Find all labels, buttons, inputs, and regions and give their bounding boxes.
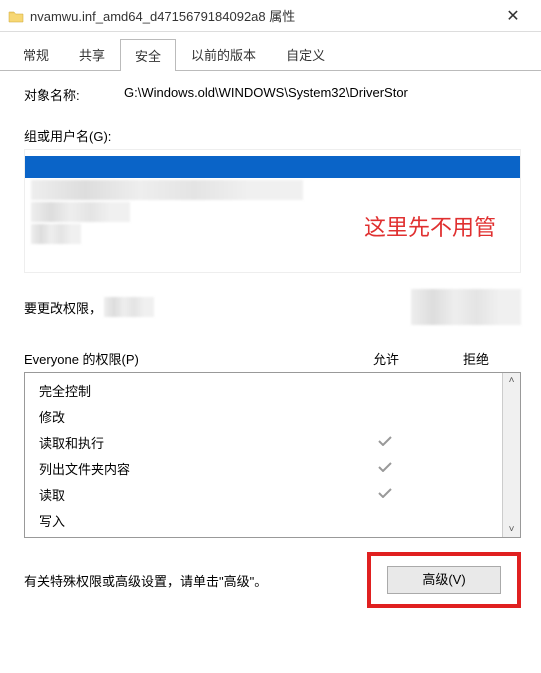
tab-general[interactable]: 常规: [8, 38, 64, 70]
edit-button-redacted[interactable]: [411, 289, 521, 325]
permissions-header: Everyone 的权限(P) 允许 拒绝: [24, 349, 521, 368]
tabstrip: 常规 共享 安全 以前的版本 自定义: [0, 32, 541, 70]
close-button[interactable]: ✕: [493, 6, 533, 26]
perm-row-read-execute: 读取和执行: [39, 429, 520, 455]
scrollbar[interactable]: ˄ ˅: [502, 373, 520, 537]
advanced-button[interactable]: 高级(V): [387, 566, 501, 594]
perm-name: 列出文件夹内容: [39, 459, 340, 478]
tab-content: 对象名称: G:\Windows.old\WINDOWS\System32\Dr…: [0, 71, 541, 626]
advanced-highlight: 高级(V): [367, 552, 521, 608]
change-permissions-row: 要更改权限，: [24, 289, 521, 325]
annotation-text: 这里先不用管: [364, 210, 496, 242]
perm-allow: [340, 459, 430, 477]
perm-name: 读取和执行: [39, 433, 340, 452]
list-item[interactable]: [31, 224, 81, 244]
advanced-row: 有关特殊权限或高级设置，请单击"高级"。 高级(V): [24, 552, 521, 608]
groups-label: 组或用户名(G):: [24, 126, 521, 145]
tab-share[interactable]: 共享: [64, 38, 120, 70]
list-item[interactable]: [31, 180, 303, 200]
object-value: G:\Windows.old\WINDOWS\System32\DriverSt…: [124, 85, 521, 104]
perm-name: 写入: [39, 511, 340, 530]
groups-listbox[interactable]: 这里先不用管: [24, 149, 521, 273]
change-permissions-text: 要更改权限，: [24, 298, 102, 317]
folder-icon: [8, 9, 24, 23]
tab-previous[interactable]: 以前的版本: [176, 38, 271, 70]
tab-security[interactable]: 安全: [120, 39, 176, 71]
perm-allow: [340, 485, 430, 503]
perm-row-write: 写入: [39, 507, 520, 533]
scroll-up-icon[interactable]: ˄: [509, 373, 515, 388]
tab-custom[interactable]: 自定义: [271, 38, 340, 70]
perm-row-list-contents: 列出文件夹内容: [39, 455, 520, 481]
redacted-text: [104, 297, 154, 317]
perm-name: 完全控制: [39, 381, 340, 400]
permissions-header-name: Everyone 的权限(P): [24, 349, 341, 368]
permissions-header-allow: 允许: [341, 349, 431, 368]
permissions-listbox: 完全控制 修改 读取和执行 列出文件夹内容 读取: [24, 372, 521, 538]
window-title: nvamwu.inf_amd64_d4715679184092a8 属性: [30, 6, 493, 25]
scroll-down-icon[interactable]: ˅: [509, 522, 515, 537]
list-item-selected[interactable]: [25, 156, 520, 178]
object-row: 对象名称: G:\Windows.old\WINDOWS\System32\Dr…: [24, 85, 521, 104]
list-item[interactable]: [31, 202, 130, 222]
advanced-text: 有关特殊权限或高级设置，请单击"高级"。: [24, 571, 367, 590]
object-label: 对象名称:: [24, 85, 124, 104]
perm-allow: [340, 433, 430, 451]
perm-name: 读取: [39, 485, 340, 504]
perm-row-modify: 修改: [39, 403, 520, 429]
perm-row-read: 读取: [39, 481, 520, 507]
titlebar: nvamwu.inf_amd64_d4715679184092a8 属性 ✕: [0, 0, 541, 32]
perm-row-full-control: 完全控制: [39, 377, 520, 403]
permissions-header-deny: 拒绝: [431, 349, 521, 368]
perm-name: 修改: [39, 407, 340, 426]
